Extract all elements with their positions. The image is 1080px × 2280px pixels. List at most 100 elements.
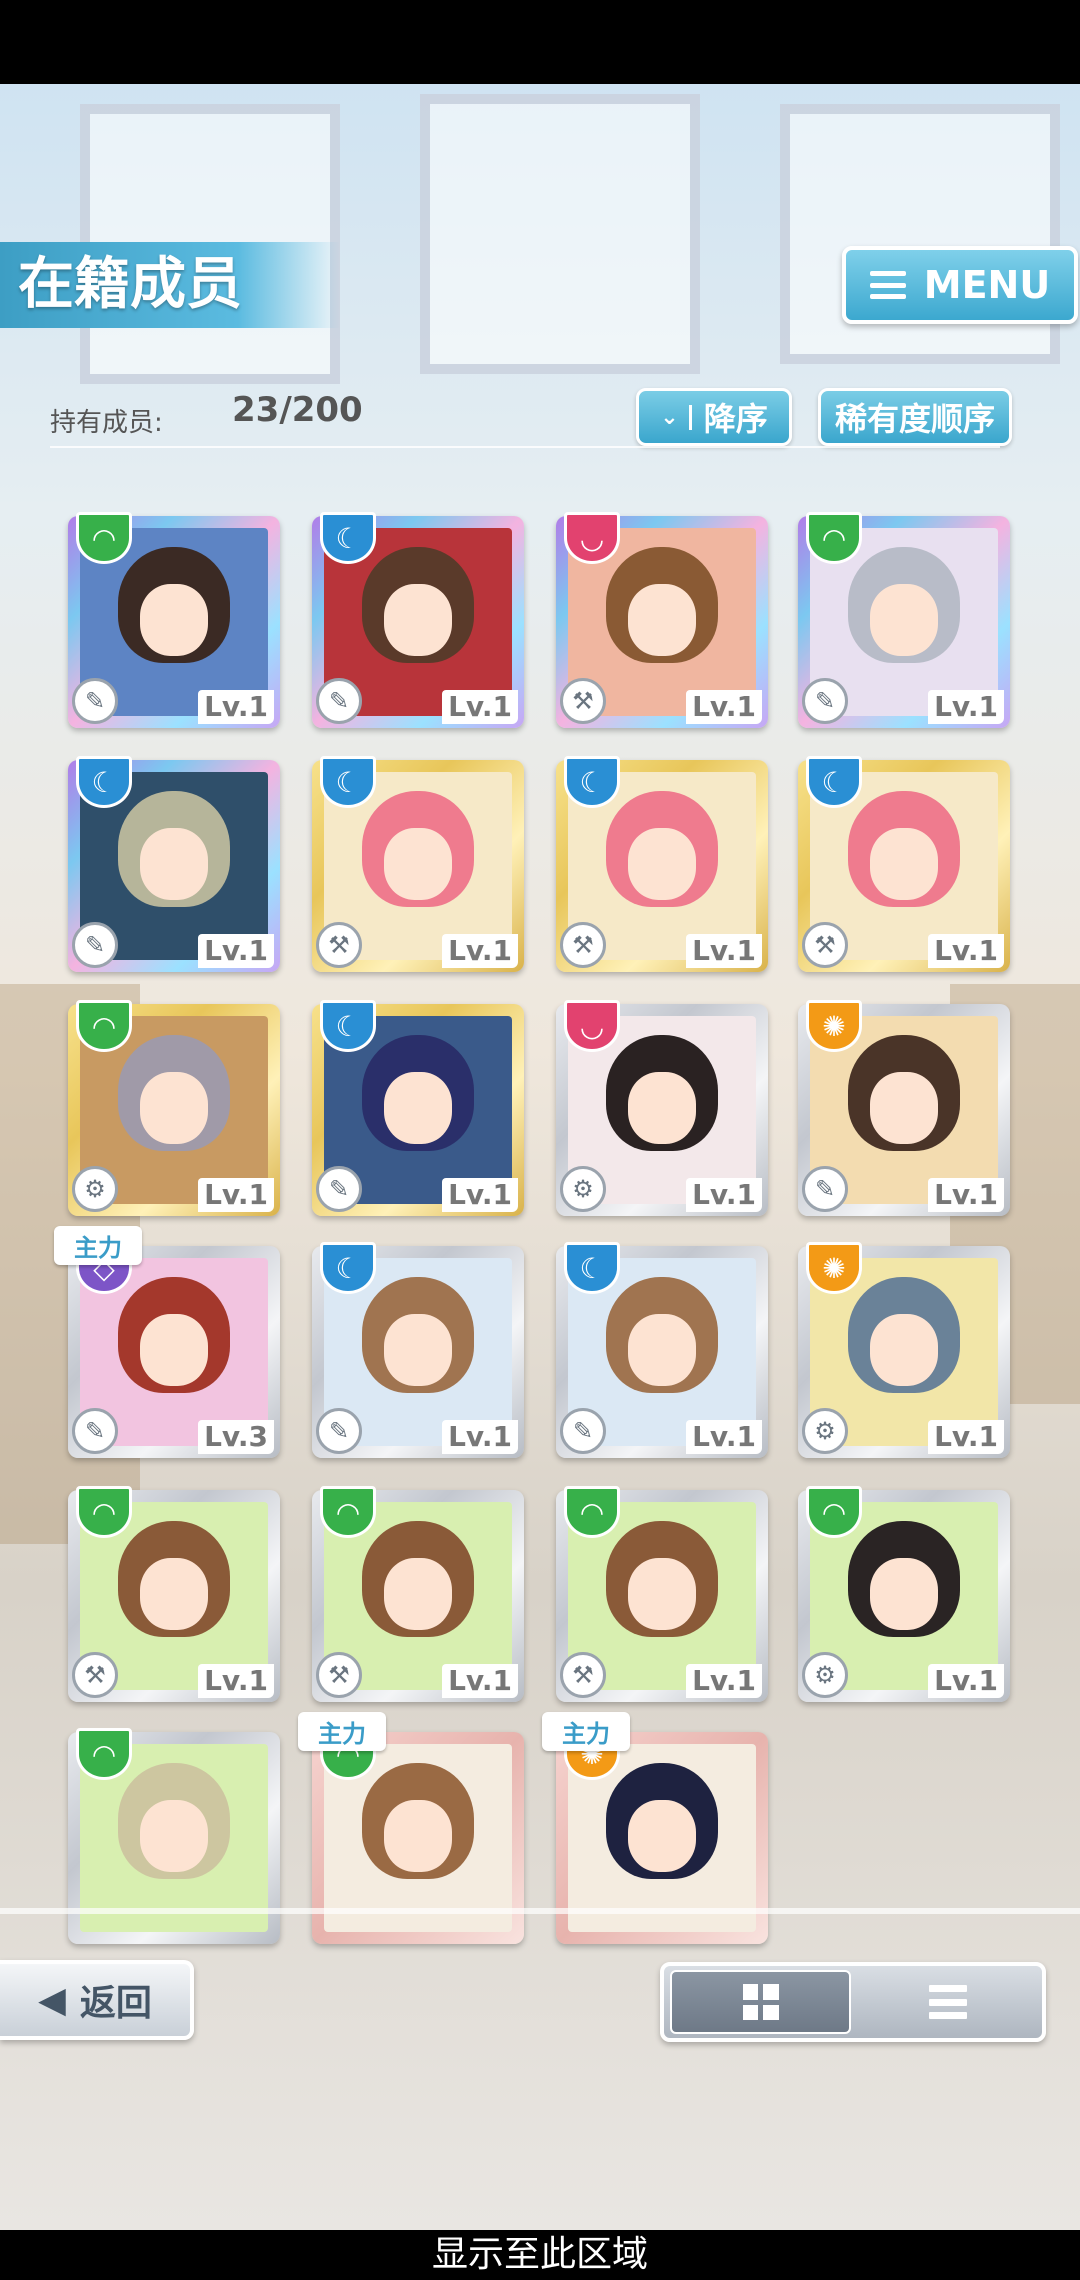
member-card[interactable]: ☾ ✎ Lv.1 <box>312 512 524 728</box>
character-face <box>870 584 938 656</box>
back-button[interactable]: ◀ 返回 <box>0 1960 194 2040</box>
level-label: Lv.1 <box>198 690 274 724</box>
role-icon: ⚙ <box>72 1166 118 1212</box>
attribute-icon: ◠ <box>564 1486 620 1538</box>
attribute-icon: ☾ <box>320 756 376 808</box>
level-label: Lv.1 <box>686 934 762 968</box>
character-face <box>628 828 696 900</box>
attribute-icon: ◠ <box>806 1486 862 1538</box>
attribute-icon: ☾ <box>564 756 620 808</box>
character-face <box>628 584 696 656</box>
attribute-icon: ☾ <box>320 512 376 564</box>
character-face <box>140 1800 208 1872</box>
character-face <box>384 1558 452 1630</box>
role-icon: ⚒ <box>560 1652 606 1698</box>
member-card[interactable]: ◠ ⚒ Lv.1 <box>312 1486 524 1702</box>
role-icon: ✎ <box>72 922 118 968</box>
role-icon: ✎ <box>316 1166 362 1212</box>
role-icon: ⚒ <box>802 922 848 968</box>
character-face <box>384 1800 452 1872</box>
attribute-icon: ◠ <box>320 1486 376 1538</box>
member-card[interactable]: ☾ ✎ Lv.1 <box>312 1000 524 1216</box>
member-card[interactable]: ◠ ✎ Lv.1 <box>68 512 280 728</box>
role-icon: ⚒ <box>560 922 606 968</box>
member-card[interactable]: ✺ ✎ Lv.1 <box>798 1000 1010 1216</box>
role-icon: ✎ <box>72 1408 118 1454</box>
member-card[interactable]: ☾ ⚒ Lv.1 <box>312 756 524 972</box>
attribute-icon: ◠ <box>806 512 862 564</box>
member-card[interactable]: ◠ ✎ Lv.1 <box>798 512 1010 728</box>
role-icon: ✎ <box>560 1408 606 1454</box>
character-face <box>384 828 452 900</box>
character-face <box>870 828 938 900</box>
character-face <box>140 1314 208 1386</box>
list-view-icon <box>928 1985 967 2019</box>
member-card[interactable]: ☾ ⚒ Lv.1 <box>556 756 768 972</box>
list-view-button[interactable] <box>859 1972 1036 2032</box>
level-label: Lv.1 <box>928 1664 1004 1698</box>
member-card[interactable]: ◠ ⚒ Lv.1 <box>68 1486 280 1702</box>
level-label: Lv.1 <box>928 1420 1004 1454</box>
role-icon: ⚙ <box>802 1408 848 1454</box>
character-face <box>870 1558 938 1630</box>
attribute-icon: ✺ <box>806 1000 862 1052</box>
back-label: 返回 <box>79 1983 152 2024</box>
character-face <box>384 1314 452 1386</box>
view-toggle <box>660 1962 1046 2042</box>
attribute-icon: ◠ <box>76 1486 132 1538</box>
attribute-icon: ☾ <box>564 1242 620 1294</box>
member-card[interactable]: ◡ ⚒ Lv.1 <box>556 512 768 728</box>
member-card[interactable]: ✺ ⚙ Lv.1 <box>798 1242 1010 1458</box>
attribute-icon: ◡ <box>564 512 620 564</box>
level-label: Lv.1 <box>442 1178 518 1212</box>
list-bottom-divider <box>0 1908 1080 1914</box>
level-label: Lv.1 <box>928 934 1004 968</box>
role-icon: ✎ <box>72 678 118 724</box>
attribute-icon: ☾ <box>320 1242 376 1294</box>
attribute-icon: ◠ <box>76 512 132 564</box>
character-face <box>628 1558 696 1630</box>
role-icon: ⚒ <box>316 922 362 968</box>
character-face <box>140 1072 208 1144</box>
level-label: Lv.1 <box>686 1664 762 1698</box>
level-label: Lv.1 <box>928 690 1004 724</box>
level-label: Lv.1 <box>198 1178 274 1212</box>
role-icon: ⚒ <box>72 1652 118 1698</box>
level-label: Lv.3 <box>198 1420 274 1454</box>
attribute-icon: ☾ <box>320 1000 376 1052</box>
member-card[interactable]: ◠ ⚒ Lv.1 <box>556 1486 768 1702</box>
character-face <box>870 1314 938 1386</box>
member-card[interactable]: ☾ ⚒ Lv.1 <box>798 756 1010 972</box>
main-member-badge: 主力 <box>298 1712 386 1751</box>
member-grid: ◠ ✎ Lv.1 ☾ ✎ Lv.1 ◡ ⚒ Lv.1 ◠ ✎ Lv.1 ☾ ✎ Lv.1 ☾ ⚒ Lv.1 ☾ ⚒ Lv… <box>0 0 1080 1944</box>
character-face <box>870 1072 938 1144</box>
level-label: Lv.1 <box>928 1178 1004 1212</box>
member-card[interactable]: ◇ ✎ Lv.3 主力 <box>54 1226 280 1458</box>
role-icon: ⚙ <box>802 1652 848 1698</box>
role-icon: ⚙ <box>560 1166 606 1212</box>
character-face <box>384 1072 452 1144</box>
character-face <box>628 1072 696 1144</box>
level-label: Lv.1 <box>686 1178 762 1212</box>
back-arrow-icon: ◀ <box>38 1979 66 2021</box>
character-face <box>140 584 208 656</box>
character-face <box>140 828 208 900</box>
level-label: Lv.1 <box>686 1420 762 1454</box>
role-icon: ✎ <box>802 678 848 724</box>
attribute-icon: ◡ <box>564 1000 620 1052</box>
member-card[interactable]: ☾ ✎ Lv.1 <box>68 756 280 972</box>
footer-hint: 显示至此区域 <box>0 2230 1080 2280</box>
level-label: Lv.1 <box>198 1664 274 1698</box>
role-icon: ✎ <box>316 678 362 724</box>
attribute-icon: ☾ <box>806 756 862 808</box>
character-face <box>140 1558 208 1630</box>
grid-view-button[interactable] <box>670 1970 851 2034</box>
member-card[interactable]: ◠ ⚙ Lv.1 <box>798 1486 1010 1702</box>
role-icon: ✎ <box>316 1408 362 1454</box>
attribute-icon: ◠ <box>76 1728 132 1780</box>
member-card[interactable]: ◠ ⚙ Lv.1 <box>68 1000 280 1216</box>
level-label: Lv.1 <box>442 690 518 724</box>
member-card[interactable]: ◡ ⚙ Lv.1 <box>556 1000 768 1216</box>
member-card[interactable]: ☾ ✎ Lv.1 <box>556 1242 768 1458</box>
member-card[interactable]: ☾ ✎ Lv.1 <box>312 1242 524 1458</box>
